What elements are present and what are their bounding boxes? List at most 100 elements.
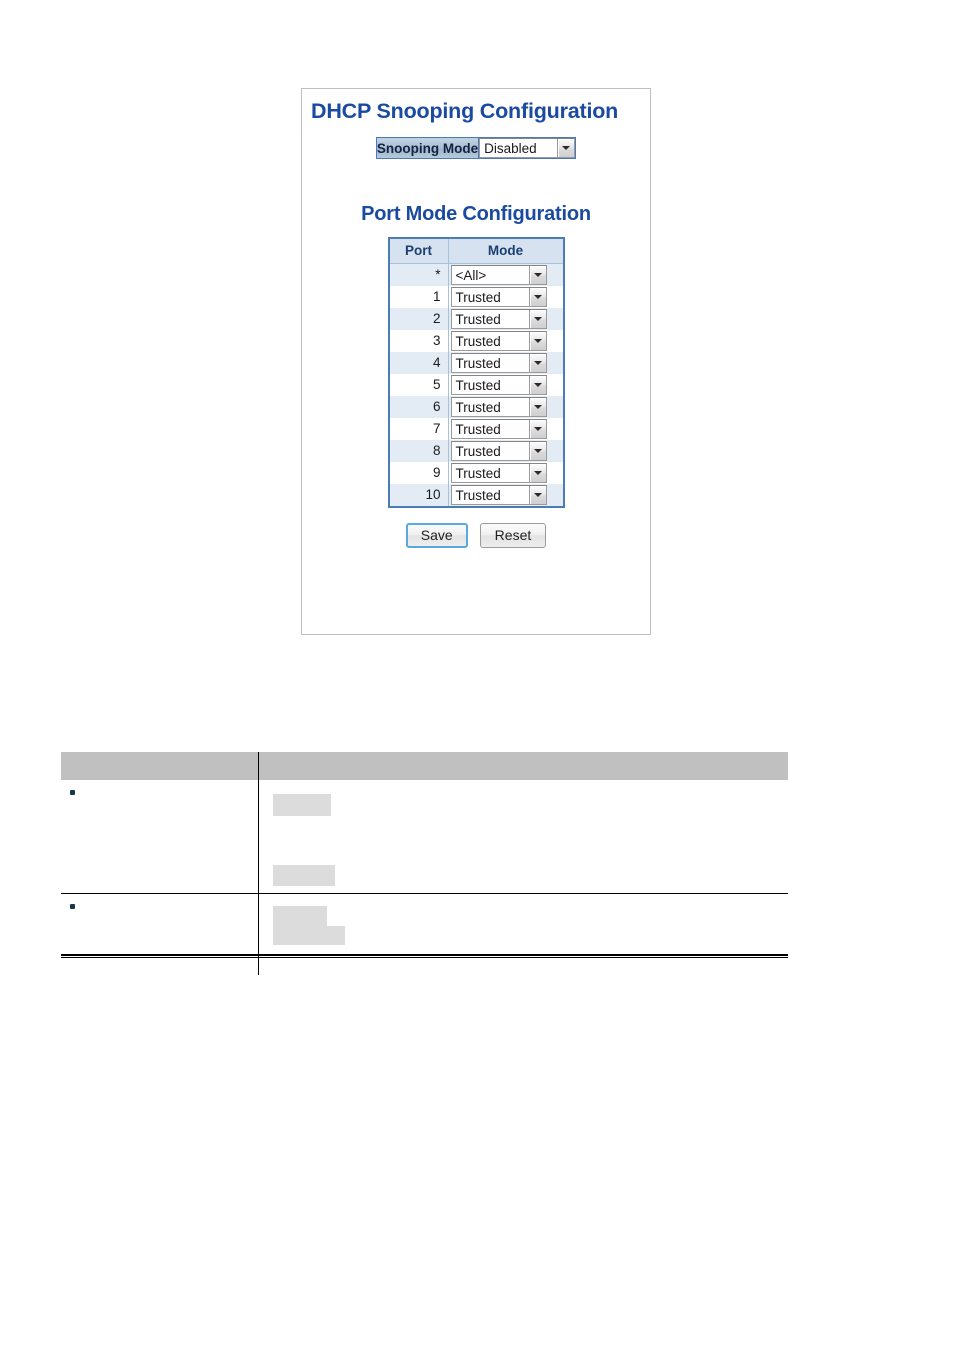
snooping-mode-label: Snooping Mode	[376, 137, 480, 159]
port-mode-section: Port Mode * <All> 1 Trusted 2 Trusted 3 …	[302, 237, 650, 508]
port-mode-selected-value: Trusted	[451, 354, 529, 372]
port-number: 6	[388, 396, 449, 418]
port-number: 2	[388, 308, 449, 330]
dhcp-snooping-screenshot-panel: DHCP Snooping Configuration Snooping Mod…	[301, 88, 651, 635]
table-row: 4 Trusted	[388, 352, 564, 374]
desc-description-cell	[258, 893, 788, 975]
chevron-down-icon[interactable]	[528, 288, 546, 306]
chevron-down-icon[interactable]	[528, 266, 546, 284]
column-header-port: Port	[388, 237, 449, 264]
save-button[interactable]: Save	[405, 523, 468, 549]
chevron-down-icon[interactable]	[528, 310, 546, 328]
chevron-down-icon[interactable]	[528, 464, 546, 482]
port-mode-select[interactable]: Trusted	[450, 375, 547, 395]
port-mode-cell: <All>	[448, 263, 564, 286]
port-mode-table: Port Mode * <All> 1 Trusted 2 Trusted 3 …	[387, 237, 565, 508]
object-description-table	[61, 752, 788, 975]
reset-button[interactable]: Reset	[479, 523, 547, 549]
chevron-down-icon[interactable]	[528, 332, 546, 350]
column-header-mode: Mode	[447, 237, 564, 264]
snooping-mode-row: Snooping Mode Disabled	[376, 137, 576, 159]
port-mode-cell: Trusted	[448, 462, 564, 484]
port-number: 4	[388, 352, 449, 374]
port-mode-cell: Trusted	[448, 374, 564, 396]
port-mode-selected-value: Trusted	[451, 464, 529, 482]
desc-description-cell	[258, 780, 788, 894]
port-mode-cell: Trusted	[448, 440, 564, 462]
port-mode-select[interactable]: Trusted	[450, 397, 547, 417]
redacted-text-block	[272, 926, 345, 945]
snooping-mode-value-cell: Disabled	[478, 137, 576, 159]
port-mode-cell: Trusted	[448, 352, 564, 374]
port-number: 8	[388, 440, 449, 462]
port-mode-select[interactable]: Trusted	[450, 485, 547, 505]
table-row: 5 Trusted	[388, 374, 564, 396]
table-row: 8 Trusted	[388, 440, 564, 462]
chevron-down-icon[interactable]	[528, 398, 546, 416]
page-title: DHCP Snooping Configuration	[311, 99, 619, 123]
chevron-down-icon[interactable]	[528, 376, 546, 394]
redacted-text-block	[272, 865, 335, 886]
port-mode-selected-value: Trusted	[451, 288, 529, 306]
port-number: 10	[388, 484, 449, 507]
chevron-down-icon[interactable]	[528, 354, 546, 372]
port-mode-selected-value: Trusted	[451, 486, 529, 504]
action-buttons: Save Reset	[302, 523, 650, 549]
chevron-down-icon[interactable]	[557, 139, 575, 157]
port-number: 9	[388, 462, 449, 484]
port-number: 3	[388, 330, 449, 352]
redacted-text-block	[272, 794, 331, 816]
table-row: 6 Trusted	[388, 396, 564, 418]
port-mode-selected-value: Trusted	[451, 332, 529, 350]
table-row	[61, 780, 788, 894]
bullet-icon	[70, 790, 75, 795]
table-row: 9 Trusted	[388, 462, 564, 484]
port-mode-select[interactable]: Trusted	[450, 309, 547, 329]
port-mode-select[interactable]: Trusted	[450, 287, 547, 307]
table-row	[61, 893, 788, 975]
port-mode-select[interactable]: Trusted	[450, 331, 547, 351]
port-mode-selected-value: Trusted	[451, 398, 529, 416]
table-row: 7 Trusted	[388, 418, 564, 440]
table-row: 10 Trusted	[388, 484, 564, 507]
chevron-down-icon[interactable]	[528, 486, 546, 504]
port-mode-cell: Trusted	[448, 330, 564, 352]
port-number: 7	[388, 418, 449, 440]
desc-object-cell	[61, 893, 259, 975]
port-mode-select[interactable]: Trusted	[450, 463, 547, 483]
snooping-mode-select[interactable]: Disabled	[479, 138, 576, 158]
port-mode-selected-value: Trusted	[451, 376, 529, 394]
port-number: *	[388, 263, 449, 286]
desc-table-bottom-rule	[61, 954, 788, 958]
table-row: 3 Trusted	[388, 330, 564, 352]
port-mode-cell: Trusted	[448, 286, 564, 308]
redacted-text-block	[272, 906, 327, 926]
snooping-mode-section: Snooping Mode Disabled	[302, 137, 650, 159]
port-number: 1	[388, 286, 449, 308]
table-row: * <All>	[388, 263, 564, 286]
desc-column-header-object	[61, 752, 259, 780]
desc-column-header-description	[258, 752, 788, 780]
port-mode-configuration-title: Port Mode Configuration	[361, 203, 591, 225]
port-number: 5	[388, 374, 449, 396]
snooping-mode-selected-value: Disabled	[480, 139, 558, 157]
port-mode-select[interactable]: <All>	[450, 265, 547, 285]
chevron-down-icon[interactable]	[528, 420, 546, 438]
port-mode-cell: Trusted	[448, 418, 564, 440]
bullet-icon	[70, 904, 75, 909]
port-mode-cell: Trusted	[448, 484, 564, 507]
port-mode-selected-value: <All>	[451, 266, 529, 284]
snooping-mode-table: Snooping Mode Disabled	[375, 137, 577, 159]
port-mode-cell: Trusted	[448, 308, 564, 330]
port-mode-select[interactable]: Trusted	[450, 419, 547, 439]
port-mode-cell: Trusted	[448, 396, 564, 418]
table-row: 2 Trusted	[388, 308, 564, 330]
port-mode-selected-value: Trusted	[451, 310, 529, 328]
port-mode-select[interactable]: Trusted	[450, 353, 547, 373]
port-mode-selected-value: Trusted	[451, 420, 529, 438]
port-mode-select[interactable]: Trusted	[450, 441, 547, 461]
desc-table-header-row	[61, 752, 788, 780]
table-row: 1 Trusted	[388, 286, 564, 308]
chevron-down-icon[interactable]	[528, 442, 546, 460]
port-mode-selected-value: Trusted	[451, 442, 529, 460]
